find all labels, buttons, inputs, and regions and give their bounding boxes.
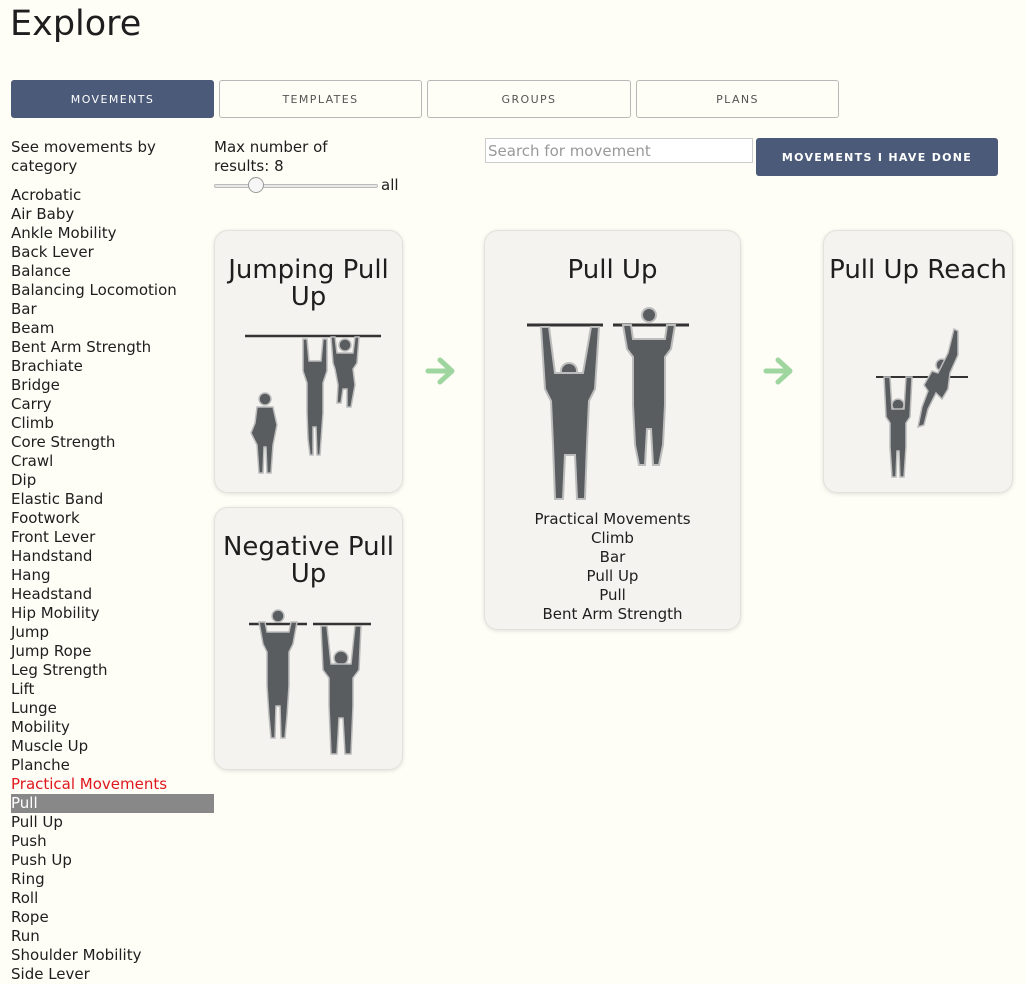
movements-done-button[interactable]: MOVEMENTS I HAVE DONE bbox=[756, 138, 998, 176]
category-item[interactable]: Beam bbox=[11, 319, 214, 338]
negative-pull-up-figure bbox=[249, 609, 371, 755]
category-item[interactable]: Ring bbox=[11, 870, 214, 889]
card-title: Pull Up bbox=[567, 255, 658, 285]
category-item[interactable]: Acrobatic bbox=[11, 186, 214, 205]
category-item[interactable]: Core Strength bbox=[11, 433, 214, 452]
category-item[interactable]: Balancing Locomotion bbox=[11, 281, 214, 300]
category-item[interactable]: Planche bbox=[11, 756, 214, 775]
category-item[interactable]: Practical Movements bbox=[11, 775, 214, 794]
category-item[interactable]: Climb bbox=[11, 414, 214, 433]
tab-templates[interactable]: TEMPLATES bbox=[219, 80, 422, 118]
movement-card-jumping-pull-up[interactable]: Jumping Pull Up bbox=[214, 230, 403, 493]
category-item[interactable]: Jump Rope bbox=[11, 642, 214, 661]
category-item[interactable]: Brachiate bbox=[11, 357, 214, 376]
category-item[interactable]: Handstand bbox=[11, 547, 214, 566]
category-item[interactable]: Pull Up bbox=[11, 813, 214, 832]
category-item[interactable]: Footwork bbox=[11, 509, 214, 528]
category-item[interactable]: Air Baby bbox=[11, 205, 214, 224]
tab-plans[interactable]: PLANS bbox=[636, 80, 839, 118]
card-title: Pull Up Reach bbox=[829, 255, 1007, 285]
category-item[interactable]: Crawl bbox=[11, 452, 214, 471]
category-item[interactable]: Rope bbox=[11, 908, 214, 927]
movement-tags: Practical Movements Climb Bar Pull Up Pull Be… bbox=[485, 510, 740, 624]
movement-card-negative-pull-up[interactable]: Negative Pull Up bbox=[214, 507, 403, 770]
max-results-label: Max number of results: 8 bbox=[214, 138, 328, 175]
category-item[interactable]: Mobility bbox=[11, 718, 214, 737]
category-item[interactable]: Headstand bbox=[11, 585, 214, 604]
category-item[interactable]: Shoulder Mobility bbox=[11, 946, 214, 965]
category-item[interactable]: Push bbox=[11, 832, 214, 851]
search-input[interactable] bbox=[485, 138, 753, 163]
category-item[interactable]: Hip Mobility bbox=[11, 604, 214, 623]
category-item[interactable]: Side Lever bbox=[11, 965, 214, 984]
movement-tag: Pull Up bbox=[586, 567, 639, 585]
max-results-slider-thumb[interactable] bbox=[248, 177, 264, 193]
category-item[interactable]: Push Up bbox=[11, 851, 214, 870]
category-item[interactable]: Muscle Up bbox=[11, 737, 214, 756]
jumping-pull-up-figure bbox=[245, 334, 381, 474]
category-item[interactable]: Dip bbox=[11, 471, 214, 490]
movement-tag: Climb bbox=[591, 529, 634, 547]
pull-up-figure bbox=[527, 307, 689, 500]
category-item[interactable]: Ankle Mobility bbox=[11, 224, 214, 243]
category-item[interactable]: Lift bbox=[11, 680, 214, 699]
category-list: Acrobatic Air Baby Ankle Mobility Back Leve… bbox=[11, 186, 214, 984]
category-heading: See movements by category bbox=[11, 138, 156, 175]
movement-card-pull-up-reach[interactable]: Pull Up Reach bbox=[823, 230, 1013, 493]
arrow-right-icon bbox=[763, 357, 793, 385]
movement-tag: Bar bbox=[599, 548, 626, 566]
category-item[interactable]: Run bbox=[11, 927, 214, 946]
tab-groups[interactable]: GROUPS bbox=[427, 80, 631, 118]
category-item[interactable]: Elastic Band bbox=[11, 490, 214, 509]
category-item[interactable]: Lunge bbox=[11, 699, 214, 718]
category-item[interactable]: Bent Arm Strength bbox=[11, 338, 214, 357]
slider-all-label: all bbox=[381, 176, 399, 194]
category-item[interactable]: Roll bbox=[11, 889, 214, 908]
category-item[interactable]: Carry bbox=[11, 395, 214, 414]
category-item[interactable]: Hang bbox=[11, 566, 214, 585]
category-item[interactable]: Pull bbox=[11, 794, 214, 813]
page-title: Explore bbox=[10, 4, 142, 44]
category-item[interactable]: Balance bbox=[11, 262, 214, 281]
category-item[interactable]: Jump bbox=[11, 623, 214, 642]
movement-tag: Practical Movements bbox=[534, 510, 691, 528]
category-item[interactable]: Bridge bbox=[11, 376, 214, 395]
arrow-right-icon bbox=[425, 357, 455, 385]
card-title: Negative Pull Up bbox=[222, 532, 395, 589]
pull-up-reach-figure bbox=[876, 327, 968, 478]
category-item[interactable]: Back Lever bbox=[11, 243, 214, 262]
movement-card-pull-up[interactable]: Pull Up Practical Movements Climb Bar Pull … bbox=[484, 230, 741, 630]
movement-tag: Bent Arm Strength bbox=[542, 605, 683, 623]
tab-movements[interactable]: MOVEMENTS bbox=[11, 80, 214, 118]
max-results-slider-track[interactable] bbox=[214, 184, 378, 188]
card-title: Jumping Pull Up bbox=[228, 255, 389, 312]
category-item[interactable]: Leg Strength bbox=[11, 661, 214, 680]
category-item[interactable]: Bar bbox=[11, 300, 214, 319]
movement-tag: Pull bbox=[599, 586, 626, 604]
category-item[interactable]: Front Lever bbox=[11, 528, 214, 547]
